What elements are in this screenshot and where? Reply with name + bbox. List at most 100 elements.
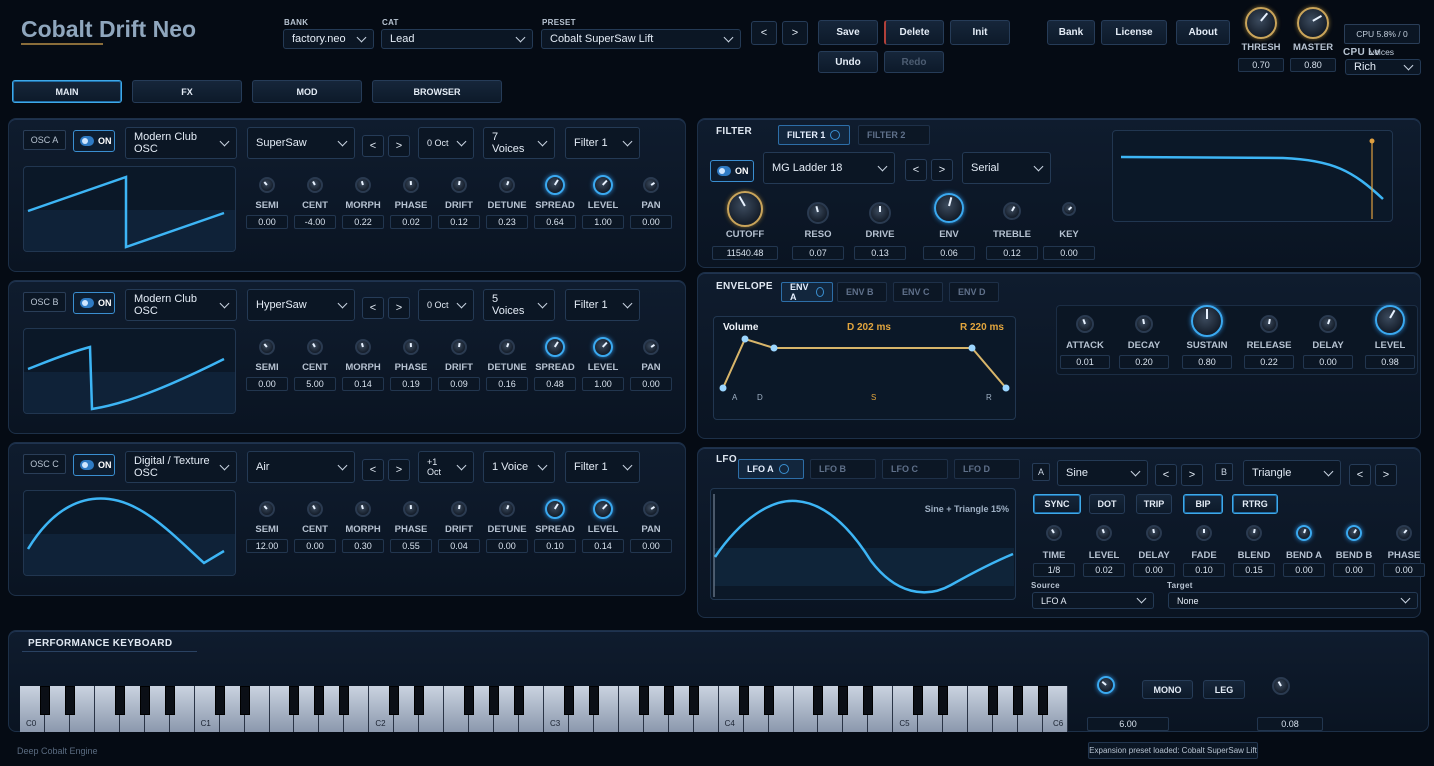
osc-spread-knob[interactable]	[545, 499, 565, 519]
envelope-display[interactable]: Volume D 202 ms R 220 ms A D S R	[713, 316, 1016, 420]
about-button[interactable]: About	[1176, 20, 1230, 45]
category-select[interactable]: Lead	[381, 29, 533, 49]
cpu-level-select[interactable]: Rich	[1345, 59, 1421, 75]
osc-knob-value[interactable]: 0.16	[486, 377, 528, 391]
osc-type-select[interactable]: Modern Club OSC	[125, 127, 237, 159]
black-key[interactable]	[588, 686, 599, 715]
osc-knob-value[interactable]: 0.00	[486, 539, 528, 553]
thresh-knob[interactable]	[1245, 7, 1277, 39]
lfo-bend-b-knob[interactable]	[1346, 525, 1362, 541]
osc-knob-value[interactable]: 1.00	[582, 215, 624, 229]
osc-octave-select[interactable]: +1 Oct	[418, 451, 474, 483]
black-key[interactable]	[1013, 686, 1024, 715]
filter-knob-value[interactable]: 0.13	[854, 246, 906, 260]
env-level-knob[interactable]	[1375, 305, 1405, 335]
preset-prev-button[interactable]: <	[751, 21, 777, 45]
osc-semi-knob[interactable]	[259, 501, 275, 517]
black-key[interactable]	[489, 686, 500, 715]
osc-level-knob[interactable]	[593, 499, 613, 519]
env-sustain-knob[interactable]	[1191, 305, 1223, 337]
tab-lfo-a[interactable]: LFO A	[738, 459, 804, 479]
black-key[interactable]	[663, 686, 674, 715]
lfo-knob-value[interactable]: 0.00	[1133, 563, 1175, 577]
osc-wave-next-button[interactable]: >	[388, 459, 410, 481]
osc-detune-knob[interactable]	[499, 177, 515, 193]
osc-level-knob[interactable]	[593, 175, 613, 195]
filter-type-select[interactable]: MG Ladder 18	[763, 152, 895, 184]
osc-knob-value[interactable]: 0.04	[438, 539, 480, 553]
lfo-sync-button[interactable]: SYNC	[1033, 494, 1081, 514]
bank-button[interactable]: Bank	[1047, 20, 1095, 45]
osc-wave-display[interactable]	[23, 166, 236, 252]
tab-mod[interactable]: MOD	[252, 80, 362, 103]
osc-octave-select[interactable]: 0 Oct	[418, 289, 474, 321]
lfo-knob-value[interactable]: 0.02	[1083, 563, 1125, 577]
tab-lfo-c[interactable]: LFO C	[882, 459, 948, 479]
thresh-value[interactable]: 0.70	[1238, 58, 1284, 72]
osc-wave-next-button[interactable]: >	[388, 135, 410, 157]
lfo-trip-button[interactable]: TRIP	[1136, 494, 1172, 514]
env-attack-knob[interactable]	[1076, 315, 1094, 333]
osc-drift-knob[interactable]	[451, 177, 467, 193]
osc-on-toggle[interactable]: ON	[73, 454, 115, 476]
black-key[interactable]	[763, 686, 774, 715]
lfo-knob-value[interactable]: 0.10	[1183, 563, 1225, 577]
black-key[interactable]	[813, 686, 824, 715]
black-key[interactable]	[314, 686, 325, 715]
black-key[interactable]	[114, 686, 125, 715]
filter-next-button[interactable]: >	[931, 159, 953, 181]
lfo-a-next-button[interactable]: >	[1181, 464, 1203, 486]
lfo-bip-button[interactable]: BIP	[1183, 494, 1223, 514]
black-key[interactable]	[339, 686, 350, 715]
lfo-time-knob[interactable]	[1046, 525, 1062, 541]
osc-cent-knob[interactable]	[307, 339, 323, 355]
osc-voices-select[interactable]: 7 Voices	[483, 127, 555, 159]
osc-knob-value[interactable]: 0.02	[390, 215, 432, 229]
osc-filter-select[interactable]: Filter 1	[565, 451, 640, 483]
performance-keyboard[interactable]: C0 C1 C2 C3 C4 C5 C6	[20, 686, 1068, 732]
osc-knob-value[interactable]: 1.00	[582, 377, 624, 391]
black-key[interactable]	[164, 686, 175, 715]
lfo-bend-a-knob[interactable]	[1296, 525, 1312, 541]
black-key[interactable]	[139, 686, 150, 715]
osc-knob-value[interactable]: 0.14	[582, 539, 624, 553]
osc-morph-knob[interactable]	[355, 177, 371, 193]
osc-knob-value[interactable]: 0.00	[246, 377, 288, 391]
pitch-value[interactable]: 6.00	[1087, 717, 1169, 731]
black-key[interactable]	[64, 686, 75, 715]
osc-drift-knob[interactable]	[451, 501, 467, 517]
osc-type-select[interactable]: Modern Club OSC	[125, 289, 237, 321]
osc-knob-value[interactable]: 0.10	[534, 539, 576, 553]
black-key[interactable]	[214, 686, 225, 715]
osc-pan-knob[interactable]	[643, 177, 659, 193]
osc-detune-knob[interactable]	[499, 339, 515, 355]
black-key[interactable]	[289, 686, 300, 715]
lfo-dot-button[interactable]: DOT	[1089, 494, 1125, 514]
license-button[interactable]: License	[1101, 20, 1167, 45]
black-key[interactable]	[988, 686, 999, 715]
env-knob-value[interactable]: 0.20	[1119, 355, 1169, 369]
osc-knob-value[interactable]: 0.14	[342, 377, 384, 391]
osc-wave-prev-button[interactable]: <	[362, 297, 384, 319]
osc-wave-next-button[interactable]: >	[388, 297, 410, 319]
tab-env-b[interactable]: ENV B	[837, 282, 887, 302]
filter-cutoff-knob[interactable]	[727, 191, 763, 227]
osc-phase-knob[interactable]	[403, 339, 419, 355]
tab-env-d[interactable]: ENV D	[949, 282, 999, 302]
osc-knob-value[interactable]: 0.22	[342, 215, 384, 229]
filter-prev-button[interactable]: <	[905, 159, 927, 181]
env-knob-value[interactable]: 0.22	[1244, 355, 1294, 369]
filter-on-toggle[interactable]: ON	[710, 160, 754, 182]
osc-knob-value[interactable]: 0.00	[630, 377, 672, 391]
osc-wave-prev-button[interactable]: <	[362, 459, 384, 481]
filter-knob-value[interactable]: 11540.48	[712, 246, 778, 260]
osc-knob-value[interactable]: 0.12	[438, 215, 480, 229]
filter-reso-knob[interactable]	[807, 202, 829, 224]
filter-response-display[interactable]	[1112, 130, 1393, 222]
master-knob[interactable]	[1297, 7, 1329, 39]
env-knob-value[interactable]: 0.98	[1365, 355, 1415, 369]
osc-pan-knob[interactable]	[643, 501, 659, 517]
osc-pan-knob[interactable]	[643, 339, 659, 355]
osc-level-knob[interactable]	[593, 337, 613, 357]
osc-cent-knob[interactable]	[307, 501, 323, 517]
